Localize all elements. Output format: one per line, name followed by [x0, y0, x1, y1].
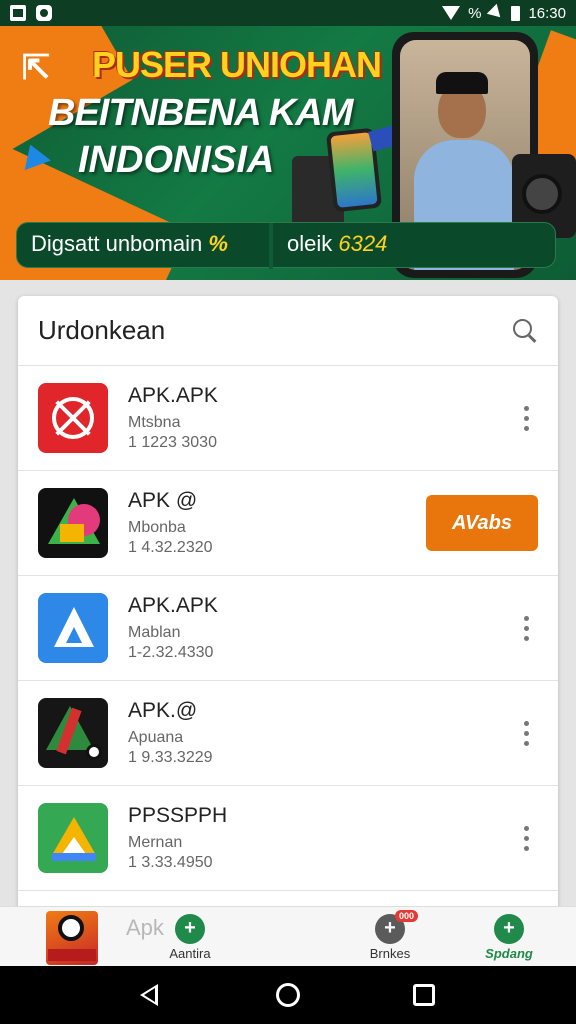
- status-glyph: %: [468, 4, 482, 22]
- app-list-card: Urdonkean APK.APK Mtsbna 1 1223 3030 APK…: [18, 296, 558, 916]
- dot: [523, 740, 529, 746]
- app-name: APK.APK: [128, 384, 218, 407]
- app-subtitle: Mernan: [128, 834, 183, 851]
- dot: [523, 730, 529, 736]
- list-item[interactable]: APK.APK Mablan 1-2.32.4330: [18, 576, 558, 681]
- more-options-icon[interactable]: [514, 403, 538, 433]
- nav-label: Aantira: [169, 945, 211, 961]
- icon-shape: [60, 524, 84, 542]
- dot: [523, 835, 529, 841]
- pill-left-pct: %: [208, 231, 228, 256]
- logo-face: [58, 915, 84, 941]
- app-notification-icon: [36, 5, 52, 21]
- nav-label: Brnkes: [369, 945, 411, 961]
- pill-divider: [269, 223, 273, 269]
- home-icon[interactable]: [276, 983, 300, 1007]
- status-time: 16:30: [528, 4, 566, 22]
- dark-green-red-icon: [38, 698, 108, 768]
- person-hat: [436, 72, 488, 94]
- app-version: 1-2.32.4330: [128, 644, 214, 661]
- status-right: % 16:30: [442, 3, 566, 23]
- system-navigation-bar: [0, 966, 576, 1024]
- app-subtitle: Mtsbna: [128, 414, 181, 431]
- camera-lens: [522, 174, 562, 214]
- dot: [523, 615, 529, 621]
- recent-apps-icon[interactable]: [413, 984, 435, 1006]
- app-name: APK @: [128, 489, 198, 512]
- green-drive-icon: [38, 803, 108, 873]
- dot: [523, 825, 529, 831]
- promo-banner[interactable]: ⇱ PUSER UNIOHAN BEITNBENA KAM INDONISIA …: [0, 26, 576, 280]
- banner-subtitle-line1: BEITNBENA KAM: [48, 92, 353, 134]
- more-options-icon[interactable]: [514, 823, 538, 853]
- nav-item-brnkes[interactable]: + 000 Brnkes: [360, 907, 420, 967]
- app-subtitle: Mbonba: [128, 519, 186, 536]
- list-header: Urdonkean: [18, 296, 558, 366]
- back-icon-inner: [144, 988, 155, 1002]
- app-name: APK.APK: [128, 594, 218, 617]
- list-item[interactable]: PPSSPPH Mernan 1 3.33.4950: [18, 786, 558, 891]
- app-subtitle: Apuana: [128, 729, 184, 746]
- dot: [523, 720, 529, 726]
- notification-badge: 000: [395, 909, 419, 922]
- dot: [523, 625, 529, 631]
- wifi-icon: [442, 6, 461, 20]
- pill-right-number: 6324: [338, 231, 388, 256]
- pill-right-text: oleik: [287, 231, 333, 256]
- bottom-navigation: Apk + Aantira + 000 Brnkes + Spdang: [0, 906, 576, 966]
- app-version: 1 9.33.3229: [128, 749, 213, 766]
- app-info: APK.APK Mablan 1-2.32.4330: [128, 594, 514, 662]
- icon-shape: [66, 627, 82, 643]
- battery-icon: [511, 5, 521, 21]
- icon-shape: [52, 853, 96, 861]
- dot: [523, 635, 529, 641]
- app-info: APK.APK Mtsbna 1 1223 3030: [128, 384, 514, 452]
- app-version: 1 1223 3030: [128, 434, 217, 451]
- search-icon[interactable]: [512, 318, 538, 344]
- status-left: [10, 5, 52, 21]
- app-version: 1 3.33.4950: [128, 854, 213, 871]
- logo-strip: [48, 949, 96, 961]
- banner-headline: PUSER UNIOHAN: [92, 44, 382, 85]
- nav-item-aantira[interactable]: + Aantira: [160, 907, 220, 967]
- install-button[interactable]: AVabs: [426, 495, 538, 551]
- dot: [523, 425, 529, 431]
- colorful-triangle-icon: [38, 488, 108, 558]
- list-item[interactable]: APK.@ Apuana 1 9.33.3229: [18, 681, 558, 786]
- back-arrow-icon[interactable]: ⇱: [10, 42, 62, 94]
- share-icon: +: [494, 913, 524, 944]
- more-options-icon[interactable]: [514, 613, 538, 643]
- icon-shape: [86, 744, 102, 760]
- list-item[interactable]: APK.APK Mtsbna 1 1223 3030: [18, 366, 558, 471]
- pill-right: oleik 6324: [287, 231, 387, 257]
- gallery-notification-icon: [10, 5, 26, 21]
- list-title: Urdonkean: [38, 315, 166, 345]
- banner-subtitle-line2: INDONISIA: [78, 139, 275, 181]
- app-info: PPSSPPH Mernan 1 3.33.4950: [128, 804, 514, 872]
- app-version: 1 4.32.2320: [128, 539, 213, 556]
- plus-icon: +: [175, 913, 205, 944]
- dot: [523, 845, 529, 851]
- nav-ghost-text: Apk: [126, 915, 164, 940]
- pill-left: Digsatt unbomain %: [31, 231, 228, 257]
- signal-icon: [487, 3, 506, 23]
- dot: [523, 405, 529, 411]
- app-info: APK @ Mbonba 1 4.32.2320: [128, 489, 426, 557]
- app-name: PPSSPPH: [128, 804, 228, 827]
- nav-item-spdang[interactable]: + Spdang: [474, 907, 544, 967]
- blue-a-icon: [38, 593, 108, 663]
- pill-left-text: Digsatt unbomain: [31, 231, 203, 256]
- more-options-icon[interactable]: [514, 718, 538, 748]
- app-logo-icon[interactable]: [46, 911, 98, 965]
- list-item[interactable]: APK @ Mbonba 1 4.32.2320 AVabs: [18, 471, 558, 576]
- red-x-icon: [38, 383, 108, 453]
- gift-icon: + 000: [375, 909, 419, 944]
- status-bar: % 16:30: [0, 0, 576, 26]
- nav-label: Spdang: [485, 945, 533, 961]
- banner-info-pill: Digsatt unbomain % oleik 6324: [16, 222, 556, 269]
- app-subtitle: Mablan: [128, 624, 181, 641]
- dot: [523, 415, 529, 421]
- app-name: APK.@: [128, 699, 198, 722]
- app-info: APK.@ Apuana 1 9.33.3229: [128, 699, 514, 767]
